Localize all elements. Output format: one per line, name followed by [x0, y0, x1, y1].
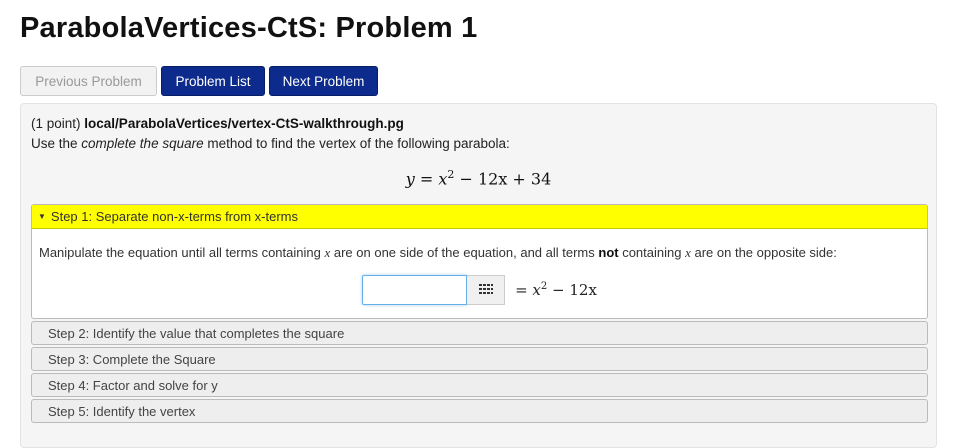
equation-lhs: y — [405, 169, 415, 189]
page-title: ParabolaVertices-CtS: Problem 1 — [20, 12, 478, 44]
instruction-emphasis: complete the square — [81, 136, 204, 151]
equation-equals: = — [414, 169, 439, 189]
problem-navigation: Previous Problem Problem List Next Probl… — [20, 66, 382, 96]
step-1-instruction: Manipulate the equation until all terms … — [39, 245, 837, 261]
math-palette-button[interactable] — [467, 275, 506, 305]
step-1-equation-rhs: = x2 − 12x — [515, 281, 597, 299]
step-2-header[interactable]: Step 2: Identify the value that complete… — [31, 321, 928, 345]
step-1-answer-row: = x2 − 12x — [32, 275, 927, 305]
step-3-header[interactable]: Step 3: Complete the Square — [31, 347, 928, 371]
equation-rest: − 12x + 34 — [454, 169, 552, 189]
problem-instruction: Use the complete the square method to fi… — [31, 136, 510, 151]
rhs-equals: = — [515, 281, 533, 299]
caret-down-icon: ▼ — [38, 212, 46, 221]
step-1-text-a: Manipulate the equation until all terms … — [39, 245, 325, 260]
step-4-header[interactable]: Step 4: Factor and solve for y — [31, 373, 928, 397]
problem-path: local/ParabolaVertices/vertex-CtS-walkth… — [84, 116, 404, 131]
step-5-header[interactable]: Step 5: Identify the vertex — [31, 399, 928, 423]
step-1-text-c: containing — [618, 245, 686, 260]
rhs-x: x — [532, 281, 541, 299]
grid-icon — [478, 284, 493, 294]
step-1-answer-input[interactable] — [362, 275, 468, 305]
problem-container: (1 point) local/ParabolaVertices/vertex-… — [20, 103, 937, 448]
step-1-label: Step 1: Separate non-x-terms from x-term… — [50, 209, 299, 224]
step-1-text-d: are on the opposite side: — [690, 245, 837, 260]
previous-problem-button[interactable]: Previous Problem — [20, 66, 157, 96]
step-1-bold: not — [598, 245, 619, 260]
instruction-text-end: method to find the vertex of the followi… — [203, 136, 510, 151]
step-1-text-b: are on one side of the equation, and all… — [330, 245, 599, 260]
next-problem-button[interactable]: Next Problem — [269, 66, 378, 96]
problem-list-button[interactable]: Problem List — [161, 66, 265, 96]
parabola-equation: y = x2 − 12x + 34 — [21, 168, 936, 188]
problem-points: (1 point) — [31, 116, 81, 131]
step-1-panel: ▼ Step 1: Separate non-x-terms from x-te… — [31, 204, 928, 319]
rhs-rest: − 12x — [547, 281, 597, 299]
step-1-header[interactable]: ▼ Step 1: Separate non-x-terms from x-te… — [32, 205, 927, 229]
instruction-text: Use the — [31, 136, 82, 151]
problem-meta: (1 point) local/ParabolaVertices/vertex-… — [31, 116, 404, 131]
